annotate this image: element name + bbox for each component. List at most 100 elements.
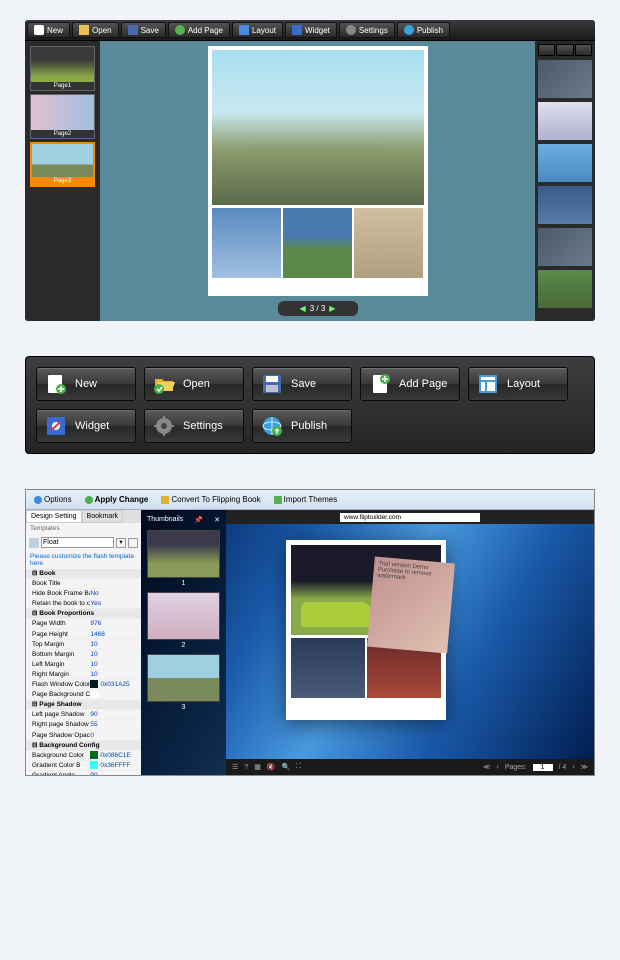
setting-row[interactable]: ⊟ Page Shadow [26, 700, 141, 710]
setting-row[interactable]: Gradient Angle90 [26, 771, 141, 775]
asset-tab-2[interactable] [556, 44, 573, 56]
label: Layout [252, 26, 276, 35]
publish-icon [261, 415, 283, 437]
setting-row[interactable]: Page Shadow Opacity0 [26, 731, 141, 741]
layout-icon [477, 373, 499, 395]
setting-row[interactable]: Flash Window Color0x031A25 [26, 680, 141, 690]
template-button[interactable] [128, 538, 138, 548]
settings-tree[interactable]: ⊟ BookBook TitleHide Book Frame BarNoRet… [26, 569, 141, 775]
fullscreen-icon[interactable]: ⛶ [296, 763, 301, 771]
toolbar-detail: New Open Save Add Page Layout Widget Set… [25, 356, 595, 454]
flipbook[interactable]: Trial version Demo Purchase to remove wa… [286, 540, 446, 720]
setting-row[interactable]: Hide Book Frame BarNo [26, 589, 141, 599]
setting-row[interactable]: Bottom Margin10 [26, 650, 141, 660]
label: Widget [75, 420, 109, 432]
thumbnails-title: Thumbnails [147, 516, 183, 524]
thumb-1[interactable]: 1 [147, 530, 220, 578]
asset-thumb[interactable] [538, 102, 592, 140]
first-icon[interactable]: ≪ [483, 763, 490, 771]
asset-thumb[interactable] [538, 144, 592, 182]
setting-row[interactable]: Retain the book to centerYes [26, 599, 141, 609]
asset-thumb[interactable] [538, 228, 592, 266]
thumb-3[interactable]: 3 [147, 654, 220, 702]
pages-label: Pages: [505, 764, 527, 771]
setting-row[interactable]: Gradient Color B0x36FFFF [26, 761, 141, 771]
layout-button[interactable]: Layout [232, 22, 283, 38]
thumb-2[interactable]: 2 [147, 592, 220, 640]
apply-change-button[interactable]: Apply Change [80, 493, 154, 506]
setting-row[interactable]: Top Margin10 [26, 640, 141, 650]
add-page-button[interactable]: Add Page [168, 22, 230, 38]
import-themes-button[interactable]: Import Themes [269, 493, 343, 506]
settings-button[interactable]: Settings [339, 22, 395, 38]
convert-button[interactable]: Convert To Flipping Book [156, 493, 265, 506]
label: Publish [291, 420, 327, 432]
new-button[interactable]: New [36, 367, 136, 401]
save-icon [261, 373, 283, 395]
options-button[interactable]: Options [29, 493, 77, 506]
thumbs-icon[interactable]: ▦ [254, 763, 261, 771]
setting-row[interactable]: Background Color0x086C1E [26, 751, 141, 761]
pin-icon[interactable]: 📌 [194, 516, 203, 524]
page-indicator[interactable]: ◀ 3 / 3 ▶ [278, 301, 358, 316]
last-icon[interactable]: ≫ [581, 763, 588, 771]
template-browse-button[interactable]: ▾ [116, 538, 126, 548]
setting-row[interactable]: ⊟ Book [26, 569, 141, 579]
canvas[interactable]: ◀ 3 / 3 ▶ [100, 41, 535, 321]
setting-row[interactable]: Page Height1468 [26, 630, 141, 640]
open-button[interactable]: Open [144, 367, 244, 401]
pages-total: / 4 [559, 764, 567, 771]
asset-thumb[interactable] [538, 186, 592, 224]
publish-button[interactable]: Publish [397, 22, 450, 38]
template-select[interactable]: Float [41, 537, 114, 548]
url-input[interactable]: www.flipbuilder.com [340, 513, 480, 522]
publish-button[interactable]: Publish [252, 409, 352, 443]
setting-row[interactable]: Left Margin10 [26, 660, 141, 670]
label: Open [92, 26, 112, 35]
next-icon[interactable]: › [572, 764, 574, 771]
widget-button[interactable]: Widget [285, 22, 337, 38]
page-input[interactable]: 1 [533, 764, 553, 771]
prev-icon[interactable]: ‹ [496, 764, 498, 771]
open-button[interactable]: Open [72, 22, 119, 38]
help-icon[interactable]: ? [244, 764, 248, 771]
asset-thumb[interactable] [538, 60, 592, 98]
label: New [75, 378, 97, 390]
main-photo [212, 50, 424, 205]
setting-row[interactable]: Left page Shadow90 [26, 710, 141, 720]
setting-row[interactable]: ⊟ Book Proportions [26, 609, 141, 619]
tab-bookmark[interactable]: Bookmark [82, 510, 124, 523]
settings-button[interactable]: Settings [144, 409, 244, 443]
book-photo-1 [291, 638, 365, 698]
next-arrow-icon[interactable]: ▶ [329, 304, 335, 313]
tab-design-setting[interactable]: Design Setting [26, 510, 82, 523]
close-icon[interactable]: ✕ [214, 516, 220, 524]
setting-row[interactable]: ⊟ Background Config [26, 741, 141, 751]
add-page-button[interactable]: Add Page [360, 367, 460, 401]
asset-thumb[interactable] [538, 270, 592, 308]
save-button[interactable]: Save [252, 367, 352, 401]
page-count: 3 / 3 [310, 304, 326, 313]
asset-tab-3[interactable] [575, 44, 592, 56]
layout-button[interactable]: Layout [468, 367, 568, 401]
setting-row[interactable]: Right page Shadow55 [26, 720, 141, 730]
new-button[interactable]: New [27, 22, 70, 38]
prev-arrow-icon[interactable]: ◀ [300, 304, 306, 313]
save-button[interactable]: Save [121, 22, 166, 38]
zoom-icon[interactable]: 🔍 [282, 763, 291, 771]
setting-row[interactable]: Right Margin10 [26, 670, 141, 680]
templates-label: Templates [26, 523, 141, 534]
toc-icon[interactable]: ☰ [232, 763, 238, 771]
page-thumb-2[interactable]: Page2 [30, 94, 95, 139]
photo-tile-1 [212, 208, 281, 278]
setting-row[interactable]: Page Background Color [26, 690, 141, 700]
setting-row[interactable]: Page Width976 [26, 619, 141, 629]
setting-row[interactable]: Book Title [26, 579, 141, 589]
asset-tab-1[interactable] [538, 44, 555, 56]
page-thumb-1[interactable]: Page1 [30, 46, 95, 91]
gear-icon [153, 415, 175, 437]
address-bar: www.flipbuilder.com [226, 510, 594, 524]
page-thumb-3[interactable]: Page3 [30, 142, 95, 187]
widget-button[interactable]: Widget [36, 409, 136, 443]
sound-icon[interactable]: 🔇 [267, 763, 276, 771]
